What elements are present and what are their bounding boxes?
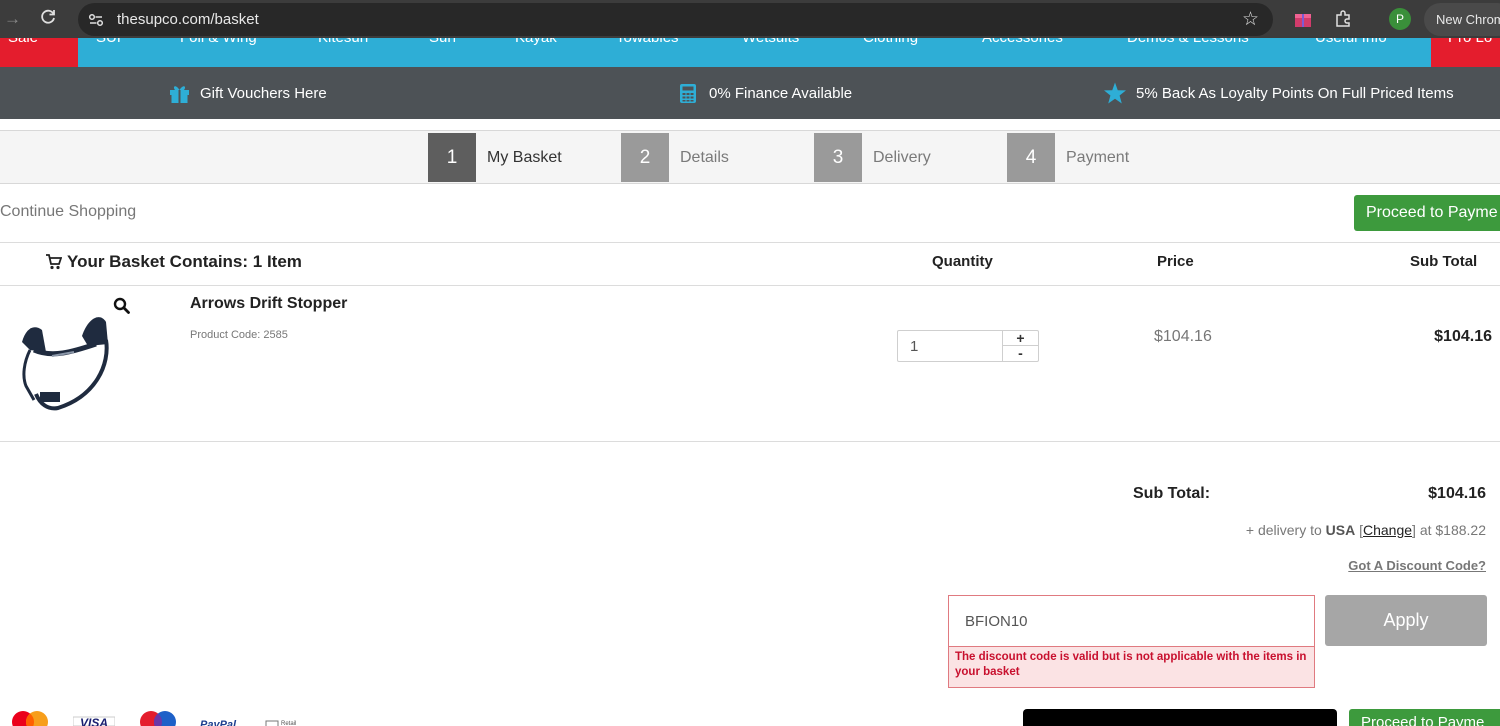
quantity-increase-button[interactable]: +	[1003, 331, 1038, 346]
quantity-column-header: Quantity	[932, 253, 993, 270]
discount-code-link[interactable]: Got A Discount Code?	[1348, 558, 1486, 573]
paypal-checkout-button[interactable]	[1023, 709, 1337, 726]
step-label: Details	[680, 148, 729, 166]
step-label: My Basket	[487, 148, 562, 166]
delivery-estimate: + delivery to USA [Change] at $188.22	[1245, 522, 1486, 538]
svg-text:Retail: Retail	[281, 721, 296, 726]
svg-text:VISA: VISA	[80, 716, 108, 726]
site-settings-icon[interactable]	[86, 10, 106, 30]
finance-text: 0% Finance Available	[709, 84, 853, 102]
price-column-header: Price	[1157, 253, 1194, 270]
item-price: $104.16	[1154, 328, 1212, 345]
nav-item-sale[interactable]: Sale	[8, 38, 38, 46]
checkout-steps: 1 My Basket 2 Details 3 Delivery 4 Payme…	[0, 130, 1500, 184]
address-bar[interactable]: thesupco.com/basket ☆	[78, 3, 1273, 36]
quantity-decrease-button[interactable]: -	[1003, 346, 1038, 361]
nav-item-useful-info[interactable]: Useful Info	[1315, 38, 1387, 46]
apply-discount-button[interactable]: Apply	[1325, 595, 1487, 646]
proceed-to-payment-button[interactable]: Proceed to Payme	[1354, 195, 1500, 231]
reload-icon[interactable]	[38, 7, 60, 29]
zoom-icon[interactable]	[113, 297, 130, 314]
quantity-input[interactable]: 1	[910, 338, 918, 355]
subtotal-column-header: Sub Total	[1410, 253, 1478, 270]
continue-shopping-link[interactable]: Continue Shopping	[0, 203, 136, 221]
nav-item-pro[interactable]: Pro Lo	[1448, 38, 1492, 46]
mastercard-icon	[10, 708, 50, 726]
nav-item-accessories[interactable]: Accessories	[982, 38, 1063, 46]
visa-icon: VISA	[72, 708, 116, 726]
browser-toolbar: → thesupco.com/basket ☆ P New Chrom	[0, 0, 1500, 38]
nav-item-towables[interactable]: Towables	[616, 38, 679, 46]
gift-vouchers-text: Gift Vouchers Here	[200, 84, 327, 102]
finance-link[interactable]: 0% Finance Available	[677, 67, 852, 119]
nav-item-foil-wing[interactable]: Foil & Wing	[180, 38, 257, 46]
product-name-link[interactable]: Arrows Drift Stopper	[190, 295, 347, 313]
loyalty-link[interactable]: 5% Back As Loyalty Points On Full Priced…	[1104, 67, 1454, 119]
nav-item-wetsuits[interactable]: Wetsuits	[742, 38, 799, 46]
new-chrome-button[interactable]: New Chrom	[1424, 3, 1500, 36]
maestro-icon	[138, 708, 178, 726]
step-number: 2	[621, 133, 669, 182]
discount-error-message: The discount code is valid but is not ap…	[948, 647, 1315, 688]
calculator-icon	[677, 82, 699, 104]
step-payment[interactable]: 4 Payment	[1007, 133, 1129, 182]
divider	[0, 441, 1500, 442]
retail-finance-icon: Retail	[264, 708, 308, 726]
loyalty-text: 5% Back As Loyalty Points On Full Priced…	[1136, 84, 1454, 102]
delivery-cost: at $188.22	[1419, 522, 1486, 538]
quantity-stepper: 1 + -	[897, 330, 1039, 362]
paypal-icon: PayPal	[198, 708, 248, 726]
category-nav: Sale SUP Foil & Wing Kitesurf Surf Kayak…	[0, 38, 1500, 67]
nav-item-demos-lessons[interactable]: Demos & Lessons	[1127, 38, 1249, 46]
discount-code-input[interactable]	[948, 595, 1315, 647]
change-country-link[interactable]: Change	[1363, 522, 1412, 538]
step-delivery[interactable]: 3 Delivery	[814, 133, 931, 182]
step-number: 3	[814, 133, 862, 182]
bookmark-star-icon[interactable]: ☆	[1242, 8, 1259, 31]
svg-text:PayPal: PayPal	[200, 719, 237, 726]
divider	[0, 285, 1500, 286]
profile-avatar[interactable]: P	[1389, 8, 1411, 30]
gift-extension-icon[interactable]	[1293, 9, 1313, 29]
step-details[interactable]: 2 Details	[621, 133, 729, 182]
product-image[interactable]	[12, 300, 116, 416]
item-subtotal: $104.16	[1434, 328, 1492, 345]
step-my-basket[interactable]: 1 My Basket	[428, 133, 562, 182]
proceed-to-payment-button-bottom[interactable]: Proceed to Payme	[1349, 709, 1500, 726]
gift-icon	[168, 82, 190, 104]
step-label: Payment	[1066, 148, 1130, 166]
basket-heading-text: Your Basket Contains: 1 Item	[67, 252, 302, 271]
url-text[interactable]: thesupco.com/basket	[117, 11, 259, 28]
product-code: Product Code: 2585	[190, 329, 288, 341]
subtotal-value: $104.16	[1428, 485, 1486, 502]
basket-heading: Your Basket Contains: 1 Item	[46, 252, 302, 272]
step-label: Delivery	[873, 148, 931, 166]
nav-item-kayak[interactable]: Kayak	[515, 38, 557, 46]
gift-vouchers-link[interactable]: Gift Vouchers Here	[168, 67, 327, 119]
delivery-prefix: + delivery to	[1245, 522, 1322, 538]
nav-item-sup[interactable]: SUP	[96, 38, 127, 46]
star-icon	[1104, 82, 1126, 104]
divider	[0, 242, 1500, 243]
nav-item-kitesurf[interactable]: Kitesurf	[318, 38, 369, 46]
benefits-bar: Gift Vouchers Here 0% Finance Available …	[0, 67, 1500, 119]
step-number: 1	[428, 133, 476, 182]
nav-item-clothing[interactable]: Clothing	[863, 38, 918, 46]
nav-item-surf[interactable]: Surf	[429, 38, 457, 46]
step-number: 4	[1007, 133, 1055, 182]
cart-icon	[46, 254, 63, 270]
subtotal-label: Sub Total:	[1133, 485, 1211, 502]
forward-icon[interactable]: →	[4, 9, 22, 29]
delivery-country: USA	[1325, 522, 1356, 538]
extensions-puzzle-icon[interactable]	[1333, 9, 1353, 29]
